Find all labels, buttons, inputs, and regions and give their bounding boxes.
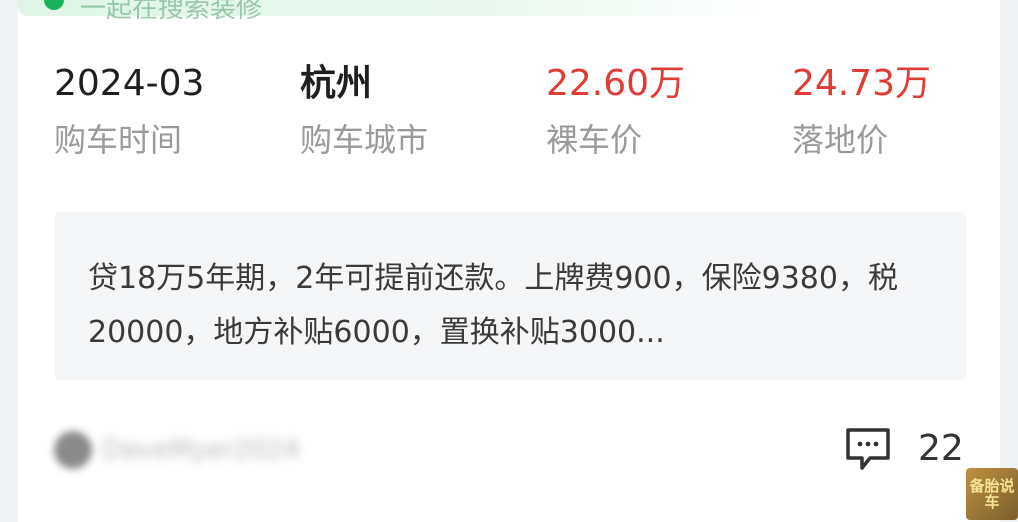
stat-value: 杭州 xyxy=(300,63,373,104)
comment-icon xyxy=(846,428,890,470)
user-info[interactable]: DaveMyer2024 xyxy=(54,430,300,470)
description-box[interactable]: 贷18万5年期，2年可提前还款。上牌费900，保险9380，税20000，地方补… xyxy=(54,212,966,380)
stat-label: 落地价 xyxy=(792,121,889,159)
stat-value: 24.73万 xyxy=(792,63,932,104)
stat-value: 2024-03 xyxy=(54,63,205,104)
comment-count: 22 xyxy=(918,427,964,469)
banner-text: 一起在搜索装修 xyxy=(80,0,263,24)
watermark-logo: 备胎说车 xyxy=(966,468,1018,520)
description-text: 贷18万5年期，2年可提前还款。上牌费900，保险9380，税20000，地方补… xyxy=(88,261,898,350)
stat-label: 购车城市 xyxy=(300,121,429,159)
purchase-card[interactable]: 一起在搜索装修 2024-03 购车时间 杭州 购车城市 22.60万 裸车价 … xyxy=(18,0,1000,522)
stat-purchase-date: 2024-03 购车时间 xyxy=(54,58,204,162)
stat-purchase-city: 杭州 购车城市 xyxy=(300,58,428,162)
stat-label: 裸车价 xyxy=(546,121,643,159)
comment-button[interactable]: 22 xyxy=(844,424,964,472)
stat-bare-price: 22.60万 裸车价 xyxy=(546,58,685,162)
avatar[interactable] xyxy=(54,431,92,469)
username[interactable]: DaveMyer2024 xyxy=(102,435,300,465)
stat-label: 购车时间 xyxy=(54,121,183,159)
banner-icon xyxy=(44,0,64,10)
top-banner: 一起在搜索装修 xyxy=(18,0,778,24)
stat-total-price: 24.73万 落地价 xyxy=(792,58,931,162)
stat-value: 22.60万 xyxy=(546,63,686,104)
